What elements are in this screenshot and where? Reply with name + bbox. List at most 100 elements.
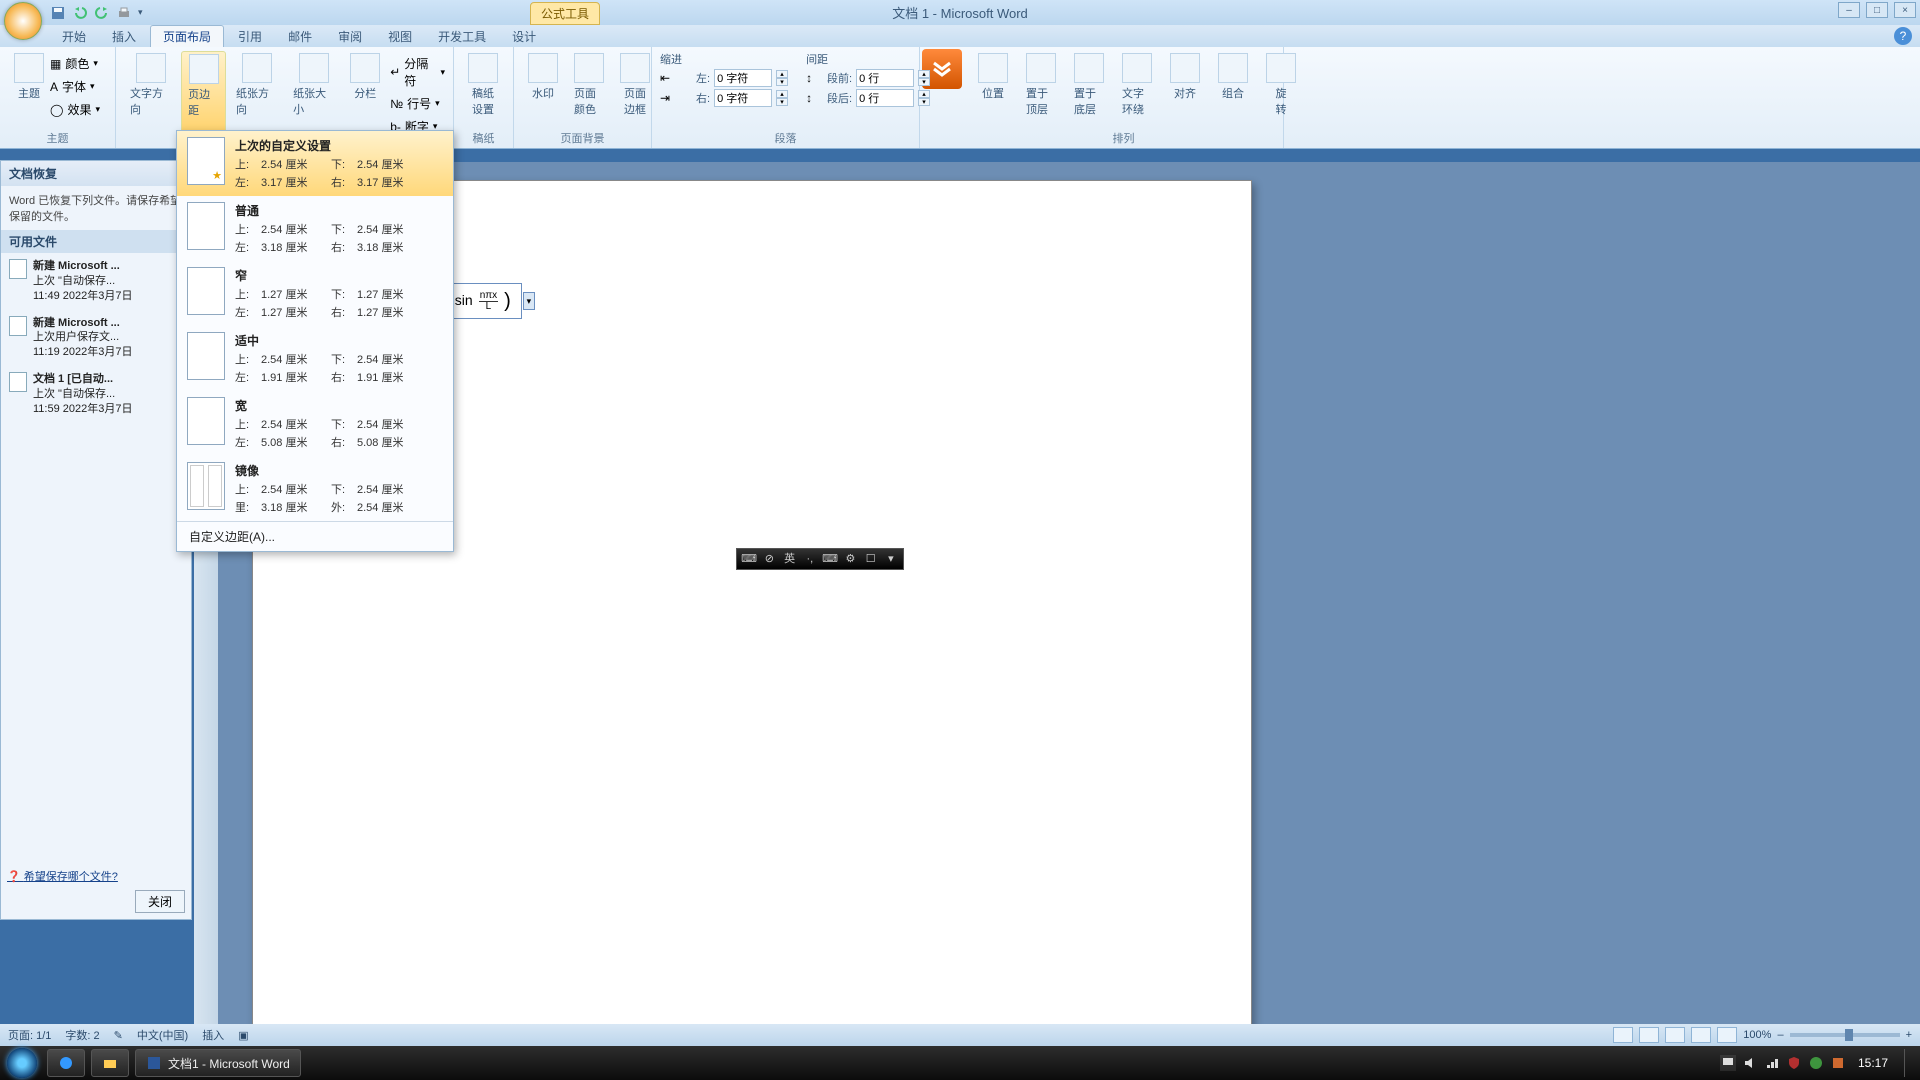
margins-option-4[interactable]: 宽 上:2.54 厘米下:2.54 厘米 左:5.08 厘米右:5.08 厘米 — [177, 391, 453, 456]
recovery-close-button[interactable]: 关闭 — [135, 890, 185, 913]
watermark-button[interactable]: 水印 — [522, 51, 564, 119]
indent-left-spinner[interactable]: ▴▾ — [776, 70, 788, 86]
page-border-button[interactable]: 页面 边框 — [614, 51, 656, 119]
zoom-slider[interactable] — [1790, 1033, 1900, 1037]
undo-icon[interactable] — [72, 5, 88, 21]
text-direction-button[interactable]: 文字方向 — [124, 51, 177, 137]
close-button[interactable]: × — [1894, 2, 1916, 18]
contextual-tab-label[interactable]: 公式工具 — [530, 2, 600, 25]
zoom-in-button[interactable]: + — [1906, 1029, 1912, 1041]
ime-skin-icon[interactable]: ☐ — [863, 551, 879, 567]
minimize-button[interactable]: – — [1838, 2, 1860, 18]
ime-logo-icon[interactable]: ⌨ — [741, 551, 757, 567]
space-after-input[interactable] — [856, 89, 914, 107]
tray-app1-icon[interactable] — [1808, 1055, 1824, 1071]
view-full-screen-button[interactable] — [1639, 1027, 1659, 1043]
zoom-level[interactable]: 100% — [1743, 1029, 1771, 1041]
page-color-button[interactable]: 页面颜色 — [568, 51, 610, 119]
margins-option-0[interactable]: 上次的自定义设置 上:2.54 厘米下:2.54 厘米 左:3.17 厘米右:3… — [177, 131, 453, 196]
linenum-icon: № — [390, 97, 403, 111]
themes-button[interactable]: 主题 — [8, 51, 50, 120]
margins-option-5[interactable]: 镜像 上:2.54 厘米下:2.54 厘米 里:3.18 厘米外:2.54 厘米 — [177, 456, 453, 521]
rotate-button[interactable]: 旋 转 — [1260, 51, 1302, 119]
tab-design[interactable]: 设计 — [500, 26, 548, 47]
qat-dropdown-icon[interactable]: ▾ — [138, 7, 143, 18]
status-words[interactable]: 字数: 2 — [65, 1027, 99, 1043]
redo-icon[interactable] — [94, 5, 110, 21]
recovery-question-link[interactable]: ❓ 希望保存哪个文件? — [7, 868, 185, 884]
theme-effects-button[interactable]: ◯效果▾ — [50, 101, 100, 118]
status-proofing-icon[interactable]: ✎ — [114, 1029, 123, 1042]
tab-references[interactable]: 引用 — [226, 26, 274, 47]
taskbar-ie-button[interactable] — [47, 1049, 85, 1077]
tab-page-layout[interactable]: 页面布局 — [150, 25, 224, 47]
ime-dropdown-icon[interactable]: ▾ — [883, 551, 899, 567]
tray-volume-icon[interactable] — [1742, 1055, 1758, 1071]
custom-margins-item[interactable]: 自定义边距(A)... — [177, 521, 453, 551]
tray-network-icon[interactable] — [1764, 1055, 1780, 1071]
breaks-button[interactable]: ↵分隔符▾ — [390, 55, 445, 89]
space-before-spinner[interactable]: ▴▾ — [918, 70, 930, 86]
ime-keyboard-icon[interactable]: ⌨ — [822, 551, 838, 567]
save-icon[interactable] — [50, 5, 66, 21]
office-button[interactable] — [4, 2, 42, 40]
margins-option-1[interactable]: 普通 上:2.54 厘米下:2.54 厘米 左:3.18 厘米右:3.18 厘米 — [177, 196, 453, 261]
taskbar-word-button[interactable]: 文档1 - Microsoft Word — [135, 1049, 301, 1077]
indent-left-input[interactable] — [714, 69, 772, 87]
bring-front-button[interactable]: 置于顶层 — [1020, 51, 1062, 119]
space-before-input[interactable] — [856, 69, 914, 87]
send-back-button[interactable]: 置于底层 — [1068, 51, 1110, 119]
tab-review[interactable]: 审阅 — [326, 26, 374, 47]
ime-disable-icon[interactable]: ⊘ — [761, 551, 777, 567]
show-desktop-button[interactable] — [1904, 1049, 1914, 1077]
view-print-layout-button[interactable] — [1613, 1027, 1633, 1043]
paper-settings-button[interactable]: 稿纸 设置 — [462, 51, 504, 119]
ime-lang-icon[interactable]: 英 — [782, 551, 798, 567]
start-button[interactable] — [0, 1046, 44, 1080]
orientation-button[interactable]: 纸张方向 — [230, 51, 283, 137]
theme-fonts-button[interactable]: A字体▾ — [50, 78, 100, 95]
tab-insert[interactable]: 插入 — [100, 26, 148, 47]
margins-button[interactable]: 页边距 — [181, 51, 226, 137]
maximize-button[interactable]: □ — [1866, 2, 1888, 18]
taskbar-explorer-button[interactable] — [91, 1049, 129, 1077]
size-button[interactable]: 纸张大小 — [287, 51, 340, 137]
status-mode[interactable]: 插入 — [202, 1027, 224, 1043]
recovery-doc-2[interactable]: 文档 1 [已自动...上次 "自动保存...11:59 2022年3月7日 — [1, 366, 191, 423]
space-after-spinner[interactable]: ▴▾ — [918, 90, 930, 106]
margins-option-3[interactable]: 适中 上:2.54 厘米下:2.54 厘米 左:1.91 厘米右:1.91 厘米 — [177, 326, 453, 391]
line-numbers-button[interactable]: №行号▾ — [390, 95, 445, 112]
view-web-button[interactable] — [1665, 1027, 1685, 1043]
tab-mailings[interactable]: 邮件 — [276, 26, 324, 47]
ime-toolbar[interactable]: ⌨ ⊘ 英 ·, ⌨ ⚙ ☐ ▾ — [736, 548, 904, 570]
align-button[interactable]: 对齐 — [1164, 51, 1206, 119]
tab-developer[interactable]: 开发工具 — [426, 26, 498, 47]
group-button[interactable]: 组合 — [1212, 51, 1254, 119]
status-page[interactable]: 页面: 1/1 — [8, 1027, 51, 1043]
position-button[interactable]: 位置 — [972, 51, 1014, 119]
print-icon[interactable] — [116, 5, 132, 21]
tray-flag-icon[interactable] — [1720, 1055, 1736, 1071]
tray-shield-icon[interactable] — [1786, 1055, 1802, 1071]
view-outline-button[interactable] — [1691, 1027, 1711, 1043]
view-draft-button[interactable] — [1717, 1027, 1737, 1043]
theme-colors-button[interactable]: ▦颜色▾ — [50, 55, 100, 72]
margins-option-2[interactable]: 窄 上:1.27 厘米下:1.27 厘米 左:1.27 厘米右:1.27 厘米 — [177, 261, 453, 326]
recovery-doc-0[interactable]: 新建 Microsoft ...上次 "自动保存...11:49 2022年3月… — [1, 253, 191, 310]
equation-handle-icon[interactable]: ▾ — [523, 292, 535, 310]
ime-punct-icon[interactable]: ·, — [802, 551, 818, 567]
columns-button[interactable]: 分栏 — [344, 51, 386, 137]
tab-view[interactable]: 视图 — [376, 26, 424, 47]
help-icon[interactable]: ? — [1894, 27, 1912, 45]
zoom-out-button[interactable]: – — [1777, 1029, 1783, 1041]
status-language[interactable]: 中文(中国) — [137, 1027, 188, 1043]
ime-settings-icon[interactable]: ⚙ — [842, 551, 858, 567]
recovery-doc-1[interactable]: 新建 Microsoft ...上次用户保存文...11:19 2022年3月7… — [1, 310, 191, 367]
tab-home[interactable]: 开始 — [50, 26, 98, 47]
indent-right-spinner[interactable]: ▴▾ — [776, 90, 788, 106]
tray-app2-icon[interactable] — [1830, 1055, 1846, 1071]
indent-right-input[interactable] — [714, 89, 772, 107]
taskbar-clock[interactable]: 15:17 — [1852, 1056, 1894, 1070]
text-wrap-button[interactable]: 文字环绕 — [1116, 51, 1158, 119]
status-macro-icon[interactable]: ▣ — [238, 1029, 248, 1042]
